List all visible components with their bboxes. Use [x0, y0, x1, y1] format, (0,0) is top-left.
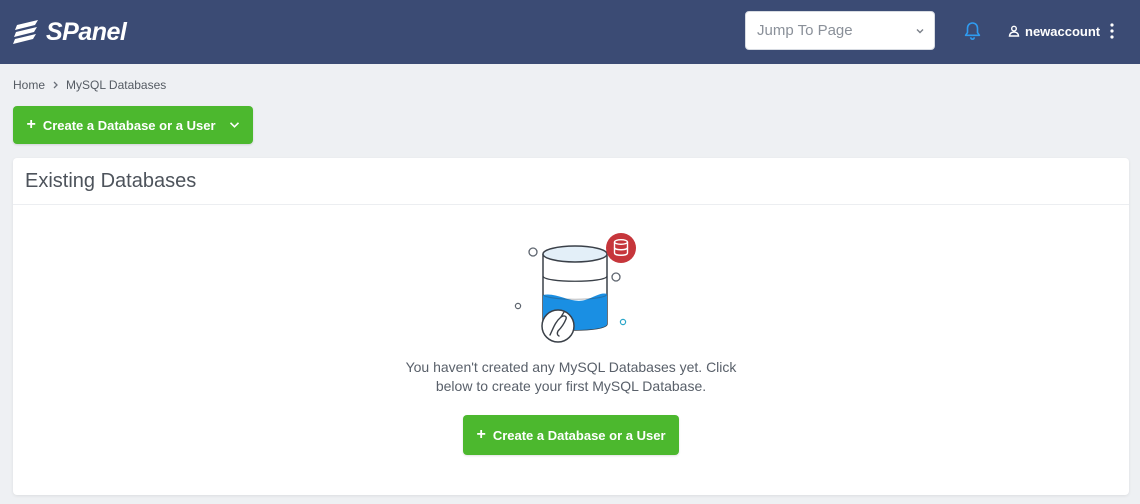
- chevron-down-icon: [916, 29, 924, 34]
- empty-state-message: You haven't created any MySQL Databases …: [371, 358, 771, 396]
- panel-title: Existing Databases: [25, 170, 197, 192]
- spanel-logo-icon: [13, 20, 38, 44]
- panel-divider: [13, 204, 1129, 205]
- create-button-label: Create a Database or a User: [42, 117, 216, 133]
- plus-icon: +: [476, 425, 486, 443]
- empty-state-line: You haven't created any MySQL Databases …: [405, 359, 737, 375]
- chevron-down-icon: [229, 122, 239, 128]
- username-label: newaccount: [1025, 23, 1101, 39]
- create-database-or-user-button[interactable]: + Create a Database or a User: [463, 415, 679, 455]
- database-illustration: [514, 233, 636, 343]
- user-menu[interactable]: newaccount: [1008, 21, 1100, 41]
- jump-to-page-select[interactable]: Jump To Page: [745, 11, 935, 50]
- breadcrumb-current: MySQL Databases: [66, 78, 167, 92]
- top-navigation-bar: SPanel Jump To Page newaccount: [0, 0, 1140, 64]
- brand-name: SPanel: [46, 17, 127, 46]
- user-icon: [1008, 25, 1020, 37]
- jump-to-page-placeholder: Jump To Page: [757, 22, 853, 39]
- plus-icon: +: [26, 115, 36, 133]
- brand-logo[interactable]: SPanel: [12, 14, 127, 50]
- breadcrumb: Home MySQL Databases: [13, 77, 166, 93]
- bell-icon[interactable]: [963, 21, 982, 41]
- breadcrumb-home[interactable]: Home: [13, 78, 45, 92]
- create-database-or-user-dropdown-button[interactable]: + Create a Database or a User: [13, 106, 253, 144]
- empty-state-line: below to create your first MySQL Databas…: [435, 378, 707, 394]
- create-button-label: Create a Database or a User: [492, 427, 666, 443]
- chevron-right-icon: [53, 81, 58, 89]
- kebab-menu-icon[interactable]: [1107, 22, 1117, 40]
